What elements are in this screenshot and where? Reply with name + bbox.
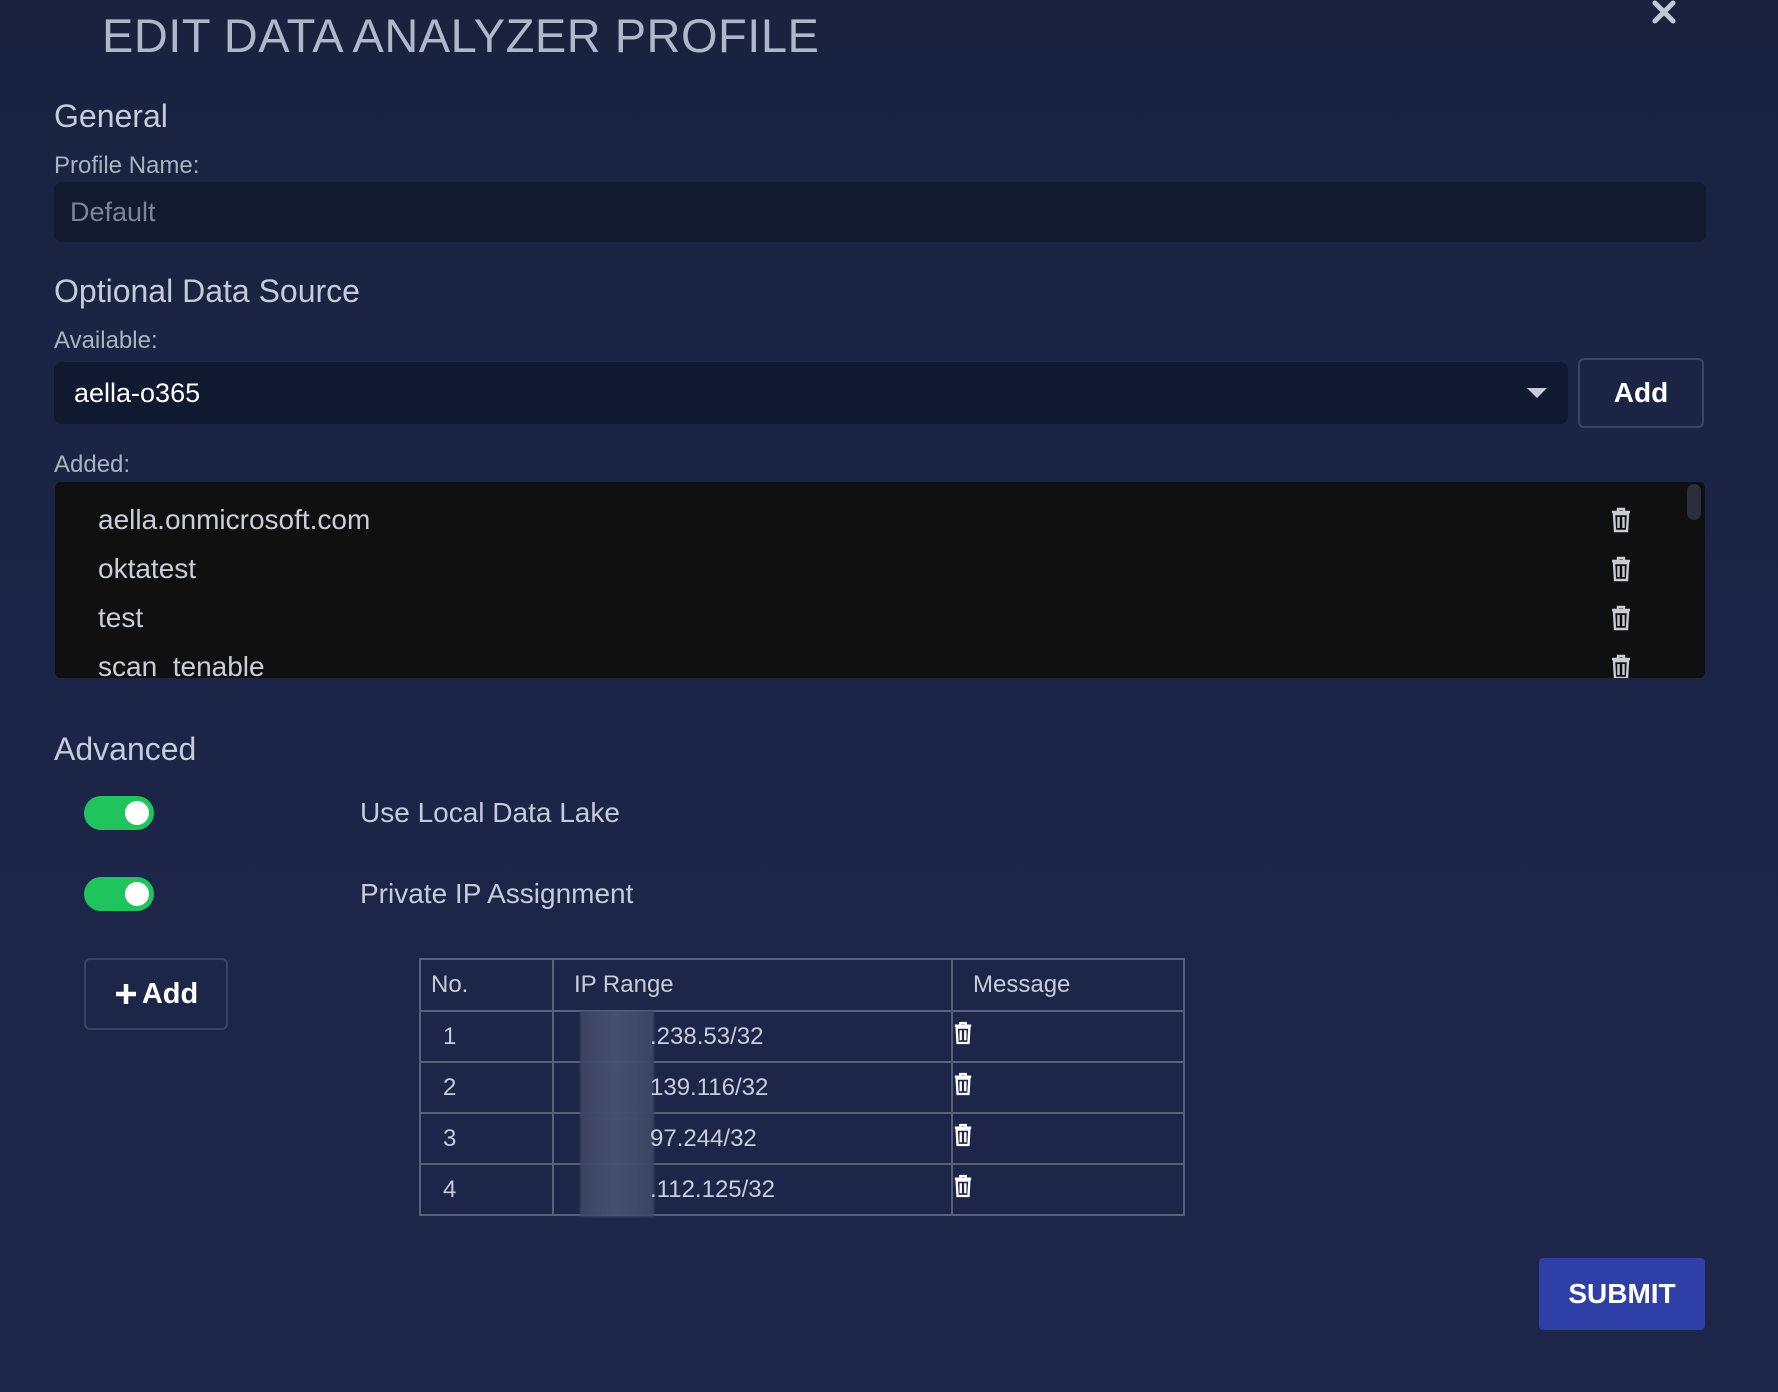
profile-name-input[interactable] (54, 182, 1706, 242)
ip-range-cell: .238.53/32 (552, 1010, 953, 1064)
available-label: Available: (54, 327, 158, 354)
row-number: 1 (419, 1010, 554, 1063)
added-item-label: oktatest (98, 553, 197, 584)
ip-range-cell: 97.244/32 (552, 1112, 953, 1166)
added-label: Added: (54, 451, 131, 478)
column-header-no: No. (419, 958, 554, 1012)
row-number: 2 (419, 1061, 554, 1114)
trash-icon[interactable] (953, 1123, 973, 1147)
general-heading: General (54, 98, 168, 134)
profile-name-label: Profile Name: (54, 152, 200, 179)
toggle-knob (125, 882, 149, 906)
ip-range-value: .112.125/32 (650, 1175, 776, 1203)
delete-data-source-button[interactable] (1607, 504, 1635, 536)
column-header-message: Message (951, 958, 1185, 1012)
message-cell (951, 1061, 1185, 1114)
ip-range-cell: .112.125/32 (552, 1163, 953, 1217)
message-cell (951, 1112, 1185, 1165)
data-source-heading: Optional Data Source (54, 273, 360, 309)
available-data-source-select[interactable]: aella-o365 (54, 362, 1568, 424)
table-header-row: No. IP Range Message (419, 958, 1185, 1012)
ip-range-cell: 139.116/32 (552, 1061, 953, 1115)
ip-range-value: 97.244/32 (650, 1124, 757, 1152)
modal-title: EDIT DATA ANALYZER PROFILE (102, 9, 820, 62)
trash-icon[interactable] (953, 1072, 973, 1096)
private-ip-assignment-label: Private IP Assignment (360, 878, 634, 909)
list-item: aella.onmicrosoft.com (98, 496, 1698, 544)
edit-profile-modal: EDIT DATA ANALYZER PROFILE General Profi… (0, 0, 1778, 1392)
table-row: 1 .238.53/32 (419, 1010, 1185, 1064)
add-ip-range-button[interactable]: Add (84, 958, 228, 1030)
trash-icon[interactable] (953, 1021, 973, 1045)
message-cell (951, 1163, 1185, 1216)
advanced-heading: Advanced (54, 731, 197, 767)
trash-icon (1612, 605, 1630, 631)
add-ip-range-label: Add (141, 977, 199, 1010)
ip-range-value: .238.53/32 (650, 1022, 764, 1050)
use-local-data-lake-toggle[interactable] (84, 796, 154, 830)
list-item: scan_tenable (98, 643, 1698, 678)
list-item: oktatest (98, 545, 1698, 593)
selected-data-source: aella-o365 (74, 377, 201, 408)
row-number: 4 (419, 1163, 554, 1216)
ip-range-value: 139.116/32 (650, 1073, 769, 1101)
delete-data-source-button[interactable] (1607, 553, 1635, 585)
submit-button[interactable]: SUBMIT (1539, 1258, 1705, 1330)
message-cell (951, 1010, 1185, 1063)
row-number: 3 (419, 1112, 554, 1165)
table-row: 2 139.116/32 (419, 1061, 1185, 1115)
close-button[interactable] (1644, 0, 1684, 30)
table-row: 4 .112.125/32 (419, 1163, 1185, 1217)
plus-icon (115, 984, 136, 1004)
list-item: test (98, 594, 1698, 642)
toggle-knob (125, 801, 149, 825)
chevron-down-icon (1527, 388, 1547, 398)
trash-icon (1612, 556, 1630, 582)
added-data-source-list[interactable]: aella.onmicrosoft.com oktatest test scan… (55, 482, 1705, 678)
column-header-ip-range: IP Range (552, 958, 953, 1012)
private-ip-assignment-toggle[interactable] (84, 877, 154, 911)
trash-icon (1612, 507, 1630, 533)
use-local-data-lake-label: Use Local Data Lake (360, 797, 620, 828)
added-item-label: aella.onmicrosoft.com (98, 504, 371, 535)
add-data-source-button[interactable]: Add (1578, 358, 1704, 428)
delete-data-source-button[interactable] (1607, 602, 1635, 634)
table-row: 3 97.244/32 (419, 1112, 1185, 1166)
close-icon (1652, 0, 1676, 24)
ip-range-table: No. IP Range Message 1 .238.53/32 2 139.… (419, 958, 1185, 1217)
trash-icon[interactable] (953, 1174, 973, 1198)
trash-icon (1612, 654, 1630, 678)
list-scrollbar[interactable] (1687, 484, 1701, 520)
delete-data-source-button[interactable] (1607, 651, 1635, 678)
added-item-label: test (98, 602, 144, 633)
added-item-label: scan_tenable (98, 651, 265, 678)
